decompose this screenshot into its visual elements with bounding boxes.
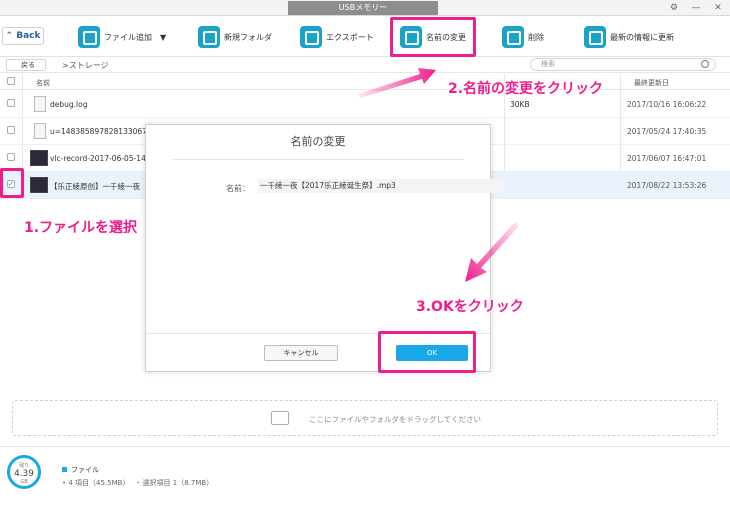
- highlight-rename-button: [390, 17, 476, 57]
- highlight-checkbox: [0, 168, 24, 198]
- file-name: debug.log: [50, 100, 88, 109]
- file-name: vlc-record-2017-06-05-14h05: [50, 154, 161, 163]
- file-add-icon: [78, 26, 100, 48]
- export-label: エクスポート: [326, 32, 374, 42]
- annotation-step3: 3.OKをクリック: [416, 299, 524, 315]
- file-name: 【乐正綾原创】一千綾一夜【20: [50, 182, 158, 191]
- search-placeholder: 検索: [541, 60, 555, 68]
- title-bar: USBメモリー ⚙ — ✕: [0, 0, 730, 16]
- export-button[interactable]: エクスポート: [300, 23, 374, 51]
- search-icon[interactable]: [701, 60, 709, 68]
- cancel-button[interactable]: キャンセル: [264, 345, 338, 361]
- divider: [172, 159, 464, 160]
- gauge-unit: GB: [20, 479, 28, 485]
- new-folder-icon: [198, 26, 220, 48]
- folder-icon: [271, 411, 289, 425]
- toolbar: ⌃ Back ファイル追加 ▼ 新規フォルダ エクスポート 名前の変更 削除 最…: [0, 17, 730, 57]
- highlight-ok-button: [378, 331, 476, 373]
- new-folder-button[interactable]: 新規フォルダ: [198, 23, 272, 51]
- breadcrumb[interactable]: >ストレージ: [62, 60, 109, 71]
- row-checkbox[interactable]: [7, 99, 15, 107]
- search-input[interactable]: 検索: [530, 58, 716, 71]
- column-name[interactable]: 名前: [36, 78, 50, 88]
- gear-icon[interactable]: ⚙: [668, 2, 680, 14]
- row-checkbox[interactable]: [7, 153, 15, 161]
- drop-zone-text: ここにファイルやフォルダをドラッグしてください: [309, 415, 482, 424]
- annotation-step1: 1.ファイルを選択: [24, 220, 138, 236]
- refresh-button[interactable]: 最新の情報に更新: [584, 23, 674, 51]
- file-date: 2017/05/24 17:40:35: [627, 127, 707, 136]
- gauge-label: 残り: [18, 463, 29, 469]
- image-file-icon: [34, 123, 46, 139]
- file-size: 30KB: [510, 100, 530, 109]
- delete-button[interactable]: 削除: [502, 23, 544, 51]
- gauge-value: 4.39: [13, 469, 35, 479]
- refresh-icon: [584, 26, 606, 48]
- music-file-icon: [30, 177, 48, 193]
- row-checkbox[interactable]: [7, 126, 15, 134]
- trash-icon: [502, 26, 524, 48]
- storage-gauge: 残り 4.39 GB: [7, 455, 41, 489]
- file-date: 2017/06/07 16:47:01: [627, 154, 707, 163]
- export-icon: [300, 26, 322, 48]
- annotation-step2: 2.名前の変更をクリック: [448, 81, 604, 97]
- select-all-checkbox[interactable]: [7, 77, 15, 85]
- close-button[interactable]: ✕: [712, 2, 724, 14]
- legend-swatch: [62, 467, 67, 472]
- arrow-icon: [358, 68, 436, 98]
- dialog-title: 名前の変更: [290, 135, 346, 148]
- file-date: 2017/10/16 16:06:22: [627, 100, 707, 109]
- storage-legend: ファイル: [62, 465, 99, 475]
- chevron-up-icon: ⌃: [5, 31, 14, 41]
- name-label: 名前：: [226, 184, 250, 193]
- refresh-label: 最新の情報に更新: [610, 32, 674, 42]
- add-file-label: ファイル追加: [104, 32, 152, 42]
- storage-stats: • 4 項目（45.5MB） • 選択項目 1（8.7MB）: [62, 478, 213, 488]
- delete-label: 削除: [528, 32, 544, 42]
- name-input[interactable]: 一千綾一夜【2017乐正綾诞生祭】.mp3: [258, 179, 504, 193]
- add-file-button[interactable]: ファイル追加 ▼: [78, 23, 166, 51]
- bullet-icon: •: [136, 479, 141, 487]
- chevron-down-icon[interactable]: ▼: [160, 33, 166, 42]
- column-date[interactable]: 最終更新日: [634, 78, 669, 88]
- video-file-icon: [30, 150, 48, 166]
- bullet-icon: •: [62, 479, 67, 487]
- new-folder-label: 新規フォルダ: [224, 32, 272, 42]
- legend-label: ファイル: [71, 466, 99, 474]
- minimize-button[interactable]: —: [690, 2, 702, 14]
- path-back-button[interactable]: 戻る: [6, 59, 46, 71]
- window-title: USBメモリー: [288, 1, 438, 15]
- items-count: 4 項目（45.5MB）: [68, 479, 130, 487]
- back-button[interactable]: ⌃ Back: [2, 27, 44, 45]
- drop-zone[interactable]: ここにファイルやフォルダをドラッグしてください: [12, 400, 718, 436]
- selected-count: 選択項目 1（8.7MB）: [142, 479, 214, 487]
- file-date: 2017/08/22 13:53:26: [627, 181, 707, 190]
- file-icon: [34, 96, 46, 112]
- back-label: Back: [16, 31, 41, 41]
- arrow-icon: [465, 222, 519, 282]
- status-footer: 残り 4.39 GB ファイル • 4 項目（45.5MB） • 選択項目 1（…: [0, 446, 730, 510]
